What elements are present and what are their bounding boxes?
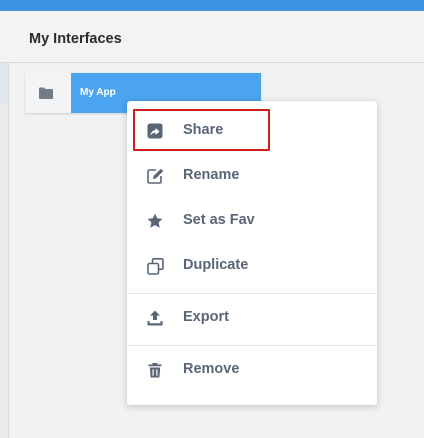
menu-item-export[interactable]: Export — [127, 296, 377, 340]
menu-item-label: Duplicate — [183, 257, 249, 273]
share-highlight-box — [133, 109, 270, 151]
duplicate-icon — [147, 258, 164, 275]
top-accent-bar — [0, 0, 424, 11]
menu-item-duplicate[interactable]: Duplicate — [127, 244, 377, 288]
app-card-name: My App — [80, 87, 116, 98]
menu-divider — [127, 293, 377, 294]
menu-divider — [127, 345, 377, 346]
menu-item-remove[interactable]: Remove — [127, 348, 377, 392]
context-menu: Share Rename Set as Fav Duplicate Export… — [127, 101, 377, 405]
sidebar-selected-item[interactable] — [0, 63, 8, 103]
export-icon — [147, 310, 163, 326]
edit-icon — [147, 168, 164, 184]
menu-item-label: Set as Fav — [183, 212, 255, 228]
menu-item-label: Rename — [183, 167, 240, 183]
left-sidebar — [0, 63, 9, 438]
menu-item-set-as-fav[interactable]: Set as Fav — [127, 199, 377, 243]
app-card-thumbnail — [25, 73, 71, 113]
menu-item-rename[interactable]: Rename — [127, 154, 377, 198]
menu-item-label: Export — [183, 309, 229, 325]
menu-item-label: Remove — [183, 361, 240, 377]
folder-icon — [39, 87, 53, 99]
trash-icon — [147, 362, 163, 378]
page-title: My Interfaces — [29, 31, 122, 47]
page-header: My Interfaces — [0, 11, 424, 63]
star-icon — [147, 213, 163, 229]
